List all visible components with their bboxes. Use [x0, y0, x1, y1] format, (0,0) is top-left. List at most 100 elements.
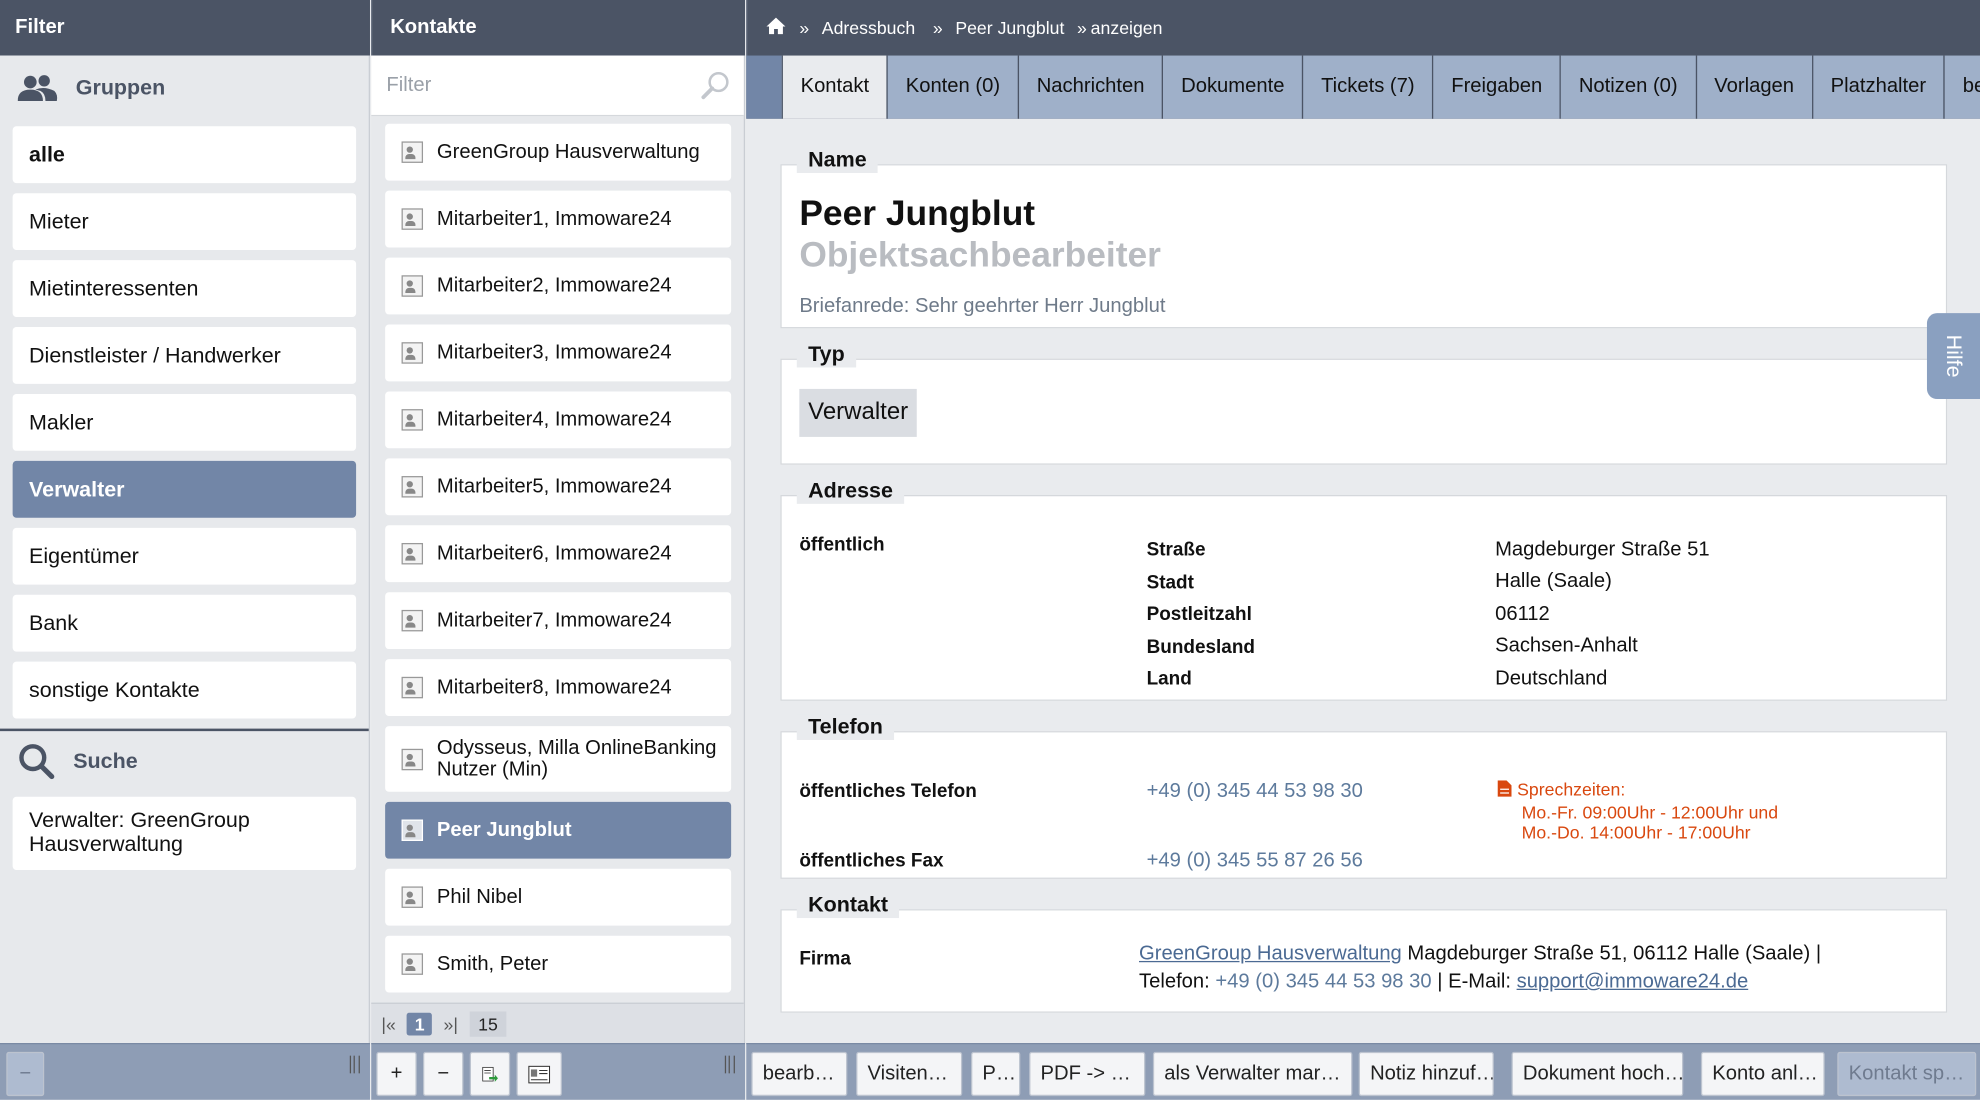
address-row-value: Sachsen-Anhalt — [1495, 635, 1638, 657]
contact-list-item[interactable]: Mitarbeiter3, Immoware24 — [385, 324, 732, 382]
group-item[interactable]: Makler — [12, 393, 357, 451]
breadcrumb-adressbuch[interactable]: Adressbuch — [822, 18, 915, 38]
tab-item[interactable]: Dokumente — [1162, 55, 1303, 119]
group-item[interactable]: Dienstleister / Handwerker — [12, 327, 357, 384]
action-button[interactable]: als Verwalter mar… — [1152, 1051, 1353, 1097]
vcard-button[interactable] — [516, 1051, 562, 1097]
firma-link[interactable]: GreenGroup Hausverwaltung — [1139, 943, 1402, 964]
contact-list-item[interactable]: Mitarbeiter6, Immoware24 — [385, 525, 732, 583]
contact-list-item[interactable]: Peer Jungblut — [385, 801, 732, 859]
breadcrumb-sep: » — [1077, 17, 1087, 38]
group-item[interactable]: Bank — [12, 594, 357, 652]
contact-list-item[interactable]: Mitarbeiter5, Immoware24 — [385, 458, 732, 516]
address-row-label: Stadt — [1146, 571, 1194, 594]
breadcrumb-contact[interactable]: Peer Jungblut — [955, 18, 1064, 38]
contacts-pager: |« 1 »| 15 — [371, 1002, 744, 1044]
export-icon — [482, 1066, 498, 1082]
action-button[interactable]: Notiz hinzuf… — [1358, 1051, 1494, 1097]
document-icon — [1497, 780, 1512, 797]
address-row-value: Halle (Saale) — [1495, 571, 1612, 593]
group-item[interactable]: sonstige Kontakte — [12, 661, 357, 719]
tab-item[interactable]: Notizen (0) — [1559, 55, 1696, 119]
contact-list-item[interactable]: Smith, Peter — [385, 935, 732, 993]
action-button[interactable]: Dokument hoch… — [1511, 1051, 1684, 1097]
group-item[interactable]: alle — [12, 126, 357, 184]
contact-name-label: Phil Nibel — [436, 885, 523, 908]
contact-list-item[interactable]: Mitarbeiter8, Immoware24 — [385, 659, 732, 716]
firma-mail-link[interactable]: support@immoware24.de — [1517, 971, 1749, 992]
tab-item[interactable]: Kontakt — [781, 55, 887, 119]
tab-item[interactable]: benu — [1943, 55, 1980, 119]
contact-list-item[interactable]: Odysseus, Milla OnlineBanking Nutzer (Mi… — [385, 726, 732, 792]
action-toolbar: bearb… Visiten… P… PDF -> … als Verwalter ma… — [746, 1043, 1980, 1100]
filter-panel: Gruppen alle Mieter Mietinteressenten Diens… — [0, 55, 370, 1044]
export-button[interactable] — [469, 1051, 511, 1097]
group-item-label: Mietinteressenten — [29, 275, 199, 300]
contact-name: Peer Jungblut — [799, 193, 1036, 233]
fax-label: öffentliches Fax — [799, 849, 944, 872]
tab-item[interactable]: Konten (0) — [886, 55, 1018, 119]
firma-tel[interactable]: +49 (0) 345 44 53 98 30 — [1215, 971, 1431, 992]
tab-item[interactable]: Tickets (7) — [1302, 55, 1433, 119]
group-item-label: Bank — [29, 610, 78, 635]
resize-handle[interactable] — [724, 1055, 735, 1074]
magnifier-icon[interactable] — [701, 70, 731, 100]
company-panel: Kontakt Firma GreenGroup Hausverwaltung … — [780, 892, 1948, 1013]
breadcrumb-current: anzeigen — [1090, 17, 1163, 38]
address-row: Stadt Halle (Saale) — [1147, 566, 1930, 598]
tab-item[interactable]: Freigaben — [1432, 55, 1560, 119]
pager-last-button[interactable]: »| — [444, 1013, 458, 1033]
contacts-filter-input[interactable] — [386, 73, 677, 97]
pager-first-button[interactable]: |« — [381, 1013, 395, 1033]
firma-mail-label: | E-Mail: — [1431, 971, 1517, 993]
contact-salutation: Briefanrede: Sehr geehrter Herr Jungblut — [799, 295, 1166, 317]
contact-name-label: Odysseus, Milla OnlineBanking Nutzer (Mi… — [436, 737, 717, 781]
help-tab[interactable]: Hilfe — [1926, 313, 1980, 400]
group-item[interactable]: Mieter — [12, 193, 357, 251]
contact-list-item[interactable]: Mitarbeiter4, Immoware24 — [385, 391, 732, 449]
tab-item[interactable]: Vorlagen — [1695, 55, 1812, 119]
add-contact-button[interactable]: + — [376, 1051, 417, 1097]
contact-name-label: Mitarbeiter4, Immoware24 — [436, 408, 672, 430]
contact-name-label: GreenGroup Hausverwaltung — [436, 140, 700, 163]
contact-detail: Kontakt Konten (0) Nachrichten Dokumente Tic… — [746, 55, 1980, 1044]
contact-position: Objektsachbearbeiter — [799, 234, 1161, 275]
group-item[interactable]: Verwalter — [12, 460, 357, 518]
address-row: Straße Magdeburger Straße 51 — [1147, 534, 1930, 566]
group-item[interactable]: Eigentümer — [12, 527, 357, 585]
phone-panel: Telefon öffentliches Telefon +49 (0) 345… — [780, 714, 1948, 879]
tab-item[interactable]: Platzhalter — [1811, 55, 1944, 119]
action-button[interactable]: bearb… — [751, 1051, 848, 1097]
action-button[interactable]: Visiten… — [856, 1051, 963, 1097]
home-icon[interactable] — [765, 16, 786, 39]
address-scope: öffentlich — [799, 534, 885, 556]
phone-value[interactable]: +49 (0) 345 44 53 98 30 — [1147, 780, 1363, 803]
contact-list-item[interactable]: Mitarbeiter2, Immoware24 — [385, 257, 732, 315]
contact-list-item[interactable]: Mitarbeiter1, Immoware24 — [385, 190, 732, 248]
remove-contact-button[interactable]: − — [423, 1051, 464, 1097]
contact-card-icon — [401, 409, 424, 431]
company-legend: Kontakt — [796, 892, 900, 919]
remove-group-button[interactable]: − — [6, 1051, 45, 1097]
contacts-header: Kontakte — [371, 0, 746, 56]
breadcrumb-sep: » — [932, 17, 943, 38]
action-button[interactable]: Kontakt sp… — [1837, 1051, 1977, 1097]
saved-search-item[interactable]: Verwalter: GreenGroup Hausverwaltung — [12, 796, 357, 871]
contact-list-item[interactable]: Phil Nibel — [385, 868, 732, 926]
contacts-panel: GreenGroup Hausverwaltung Mitarbeiter1, I… — [371, 55, 746, 1044]
action-button[interactable]: P… — [971, 1051, 1021, 1097]
typ-legend: Typ — [796, 342, 857, 368]
contact-name-label: Smith, Peter — [436, 952, 549, 975]
contact-list-item[interactable]: Mitarbeiter7, Immoware24 — [385, 592, 732, 650]
tab-item[interactable]: Nachrichten — [1017, 55, 1163, 119]
resize-handle[interactable] — [349, 1055, 360, 1074]
pager-total-count: 15 — [469, 1010, 507, 1037]
action-button[interactable]: PDF -> … — [1029, 1051, 1146, 1097]
action-button[interactable]: Konto anl… — [1700, 1051, 1825, 1097]
group-item-label: sonstige Kontakte — [29, 677, 200, 702]
contact-list-item[interactable]: GreenGroup Hausverwaltung — [385, 123, 732, 181]
group-item[interactable]: Mietinteressenten — [12, 260, 357, 317]
contact-card-icon — [401, 342, 424, 364]
contact-name-label: Mitarbeiter6, Immoware24 — [436, 542, 672, 564]
pager-current-page[interactable]: 1 — [407, 1012, 433, 1035]
